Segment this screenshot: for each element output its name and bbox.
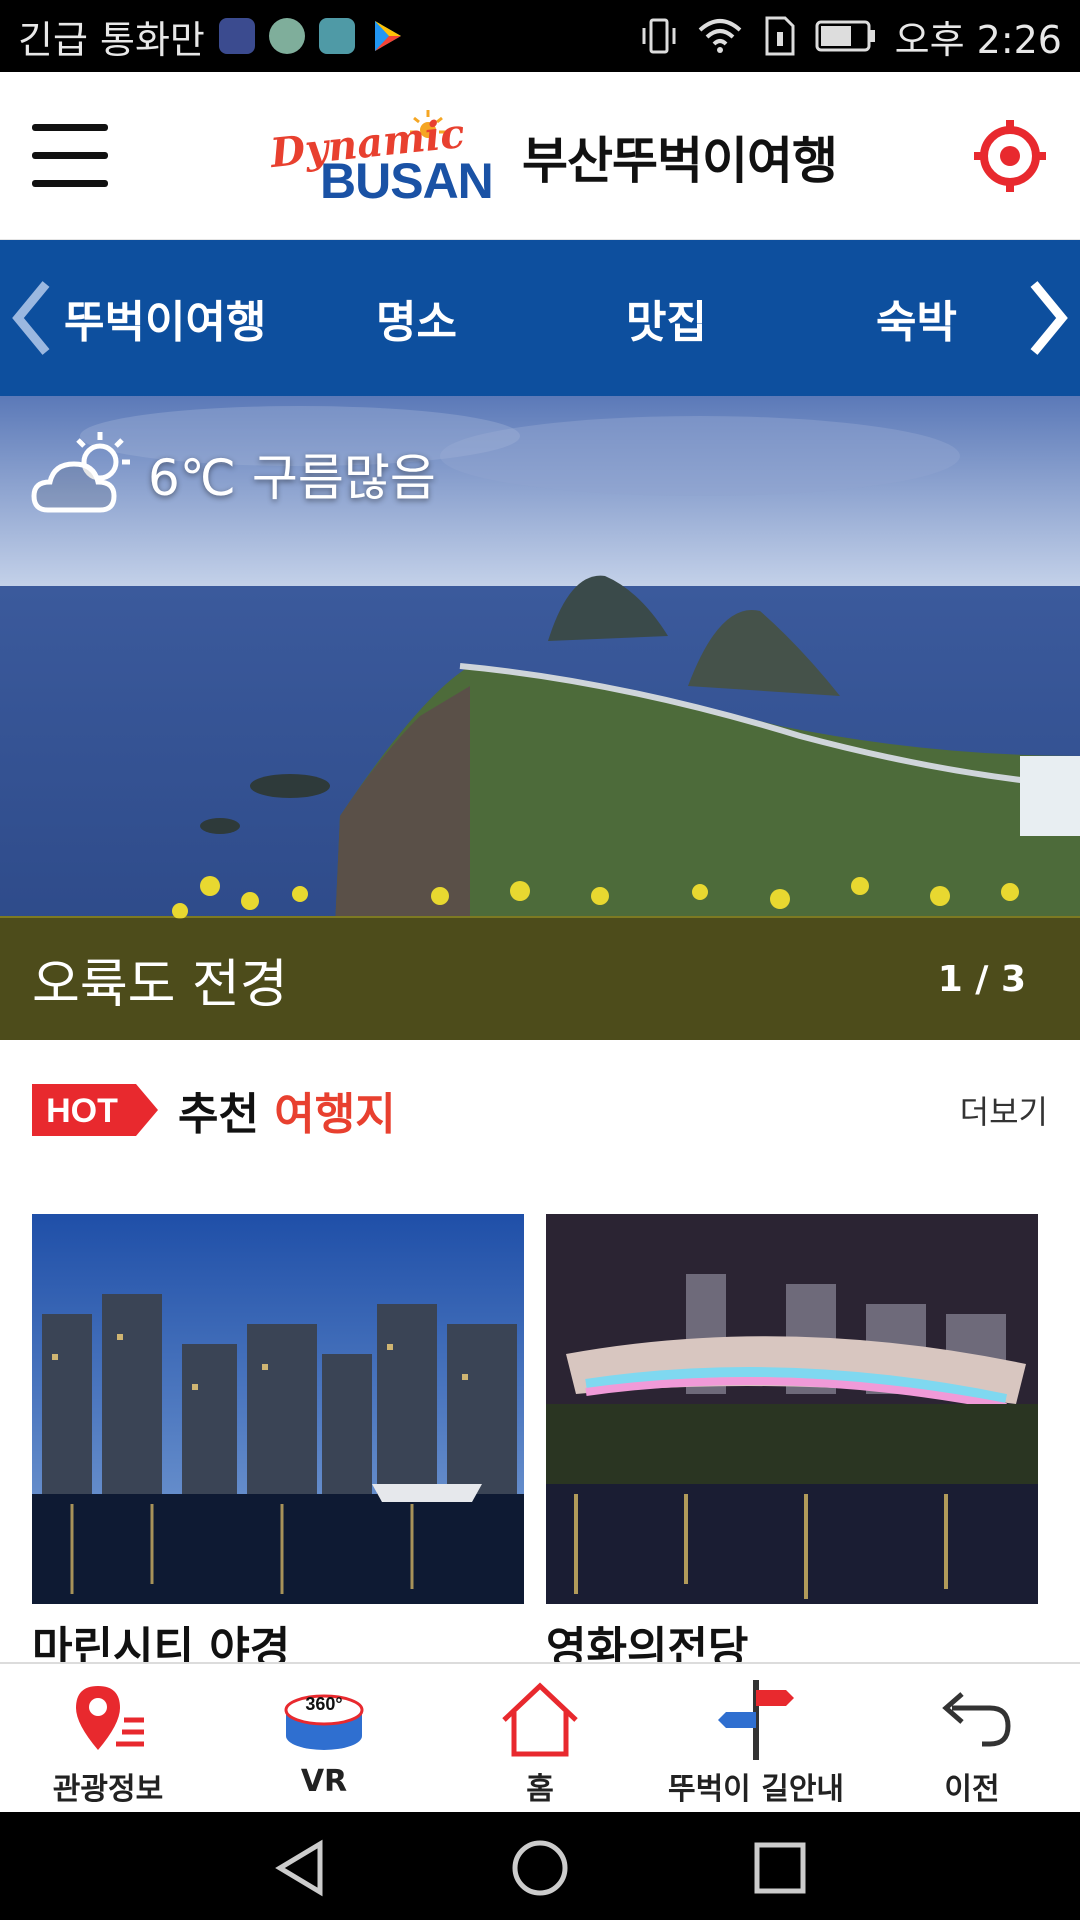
card-busan-cinema-center[interactable]: 영화의전당 (546, 1214, 1038, 1676)
hero-caption: 오륙도 전경 (32, 954, 288, 1015)
sim-icon (765, 16, 795, 56)
status-time: 오후 2:26 (894, 17, 1062, 62)
category-tab-attractions[interactable]: 명소 (376, 240, 457, 396)
recommended-section-header: HOT 추천 여행지 더보기 (32, 1074, 1048, 1146)
section-title-b: 여행지 (274, 1089, 396, 1140)
tab-walking-guide[interactable]: 뚜벅이 길안내 (648, 1664, 864, 1814)
brand: Dynamic BUSAN 부산뚜벅이여행 (268, 102, 838, 212)
location-app-icon (218, 18, 255, 54)
tab-label: 관광정보 (52, 1772, 164, 1807)
system-home-icon[interactable] (510, 1838, 570, 1898)
avatar-app-icon (268, 18, 305, 54)
back-arrow-icon (942, 1692, 1011, 1747)
hot-badge-text: HOT (46, 1092, 118, 1130)
hero-slider[interactable]: 6℃ 구름많음 오륙도 전경 1 / 3 (0, 396, 1080, 1040)
shield-app-icon (318, 18, 355, 54)
hot-badge: HOT (32, 1084, 158, 1136)
wifi-icon (698, 19, 741, 53)
tab-label: 뚜벅이 길안내 (667, 1772, 845, 1807)
battery-icon (815, 20, 875, 52)
vr-360-text: 360° (305, 1694, 342, 1714)
category-tab-walking-trip[interactable]: 뚜벅이여행 (64, 240, 266, 396)
dynamic-busan-logo: Dynamic BUSAN (268, 102, 500, 212)
cloud-sun-icon (31, 432, 130, 513)
tab-vr[interactable]: 360° VR (216, 1664, 432, 1814)
tab-label: 이전 (944, 1772, 1000, 1807)
weather-widget: 6℃ 구름많음 (30, 426, 436, 522)
app-header: Dynamic BUSAN 부산뚜벅이여행 (0, 72, 1080, 240)
play-store-icon (374, 21, 401, 51)
card-marine-city[interactable]: 마린시티 야경 (32, 1214, 524, 1676)
tab-home[interactable]: 홈 (432, 1664, 648, 1814)
section-title: 추천 여행지 (178, 1078, 396, 1142)
hero-caption-bar: 오륙도 전경 1 / 3 (0, 918, 1080, 1040)
category-nav: 뚜벅이여행 명소 맛집 숙박 (0, 240, 1080, 396)
category-tab-lodging[interactable]: 숙박 (876, 240, 957, 396)
weather-condition: 구름많음 (251, 449, 436, 507)
weather-text: 6℃ 구름많음 (148, 438, 436, 510)
bottom-tab-bar: 관광정보 360° VR 홈 뚜벅이 길안내 이전 (0, 1662, 1080, 1812)
app-title: 부산뚜벅이여행 (522, 132, 838, 190)
card-photo-cinema-center (546, 1214, 1038, 1604)
status-carrier-text: 긴급 통화만 (18, 17, 205, 62)
map-pin-list-icon (76, 1686, 144, 1750)
section-title-a: 추천 (178, 1089, 259, 1140)
weather-temp: 6℃ (148, 449, 236, 507)
status-bar: 긴급 통화만 오후 2:26 (0, 0, 1080, 72)
chevron-left-icon[interactable] (6, 278, 56, 358)
more-link[interactable]: 더보기 (960, 1087, 1048, 1133)
vibrate-icon (642, 18, 676, 54)
system-recents-icon[interactable] (750, 1838, 810, 1898)
tab-back[interactable]: 이전 (864, 1664, 1080, 1814)
tab-label: VR (300, 1764, 348, 1799)
logo-busan-text: BUSAN (320, 153, 494, 209)
card-photo-marine-city (32, 1214, 524, 1604)
chevron-right-icon[interactable] (1024, 278, 1074, 358)
hamburger-menu-icon[interactable] (32, 124, 108, 188)
slide-counter: 1 / 3 (937, 958, 1026, 1000)
vr-360-icon: 360° (284, 1694, 364, 1750)
location-target-icon[interactable] (972, 118, 1048, 194)
category-tab-restaurants[interactable]: 맛집 (626, 240, 707, 396)
system-back-icon[interactable] (270, 1838, 330, 1898)
tab-tourism-info[interactable]: 관광정보 (0, 1664, 216, 1814)
tab-label: 홈 (526, 1772, 554, 1807)
system-nav-bar (0, 1812, 1080, 1920)
signpost-icon (718, 1680, 794, 1760)
home-icon (502, 1682, 578, 1757)
